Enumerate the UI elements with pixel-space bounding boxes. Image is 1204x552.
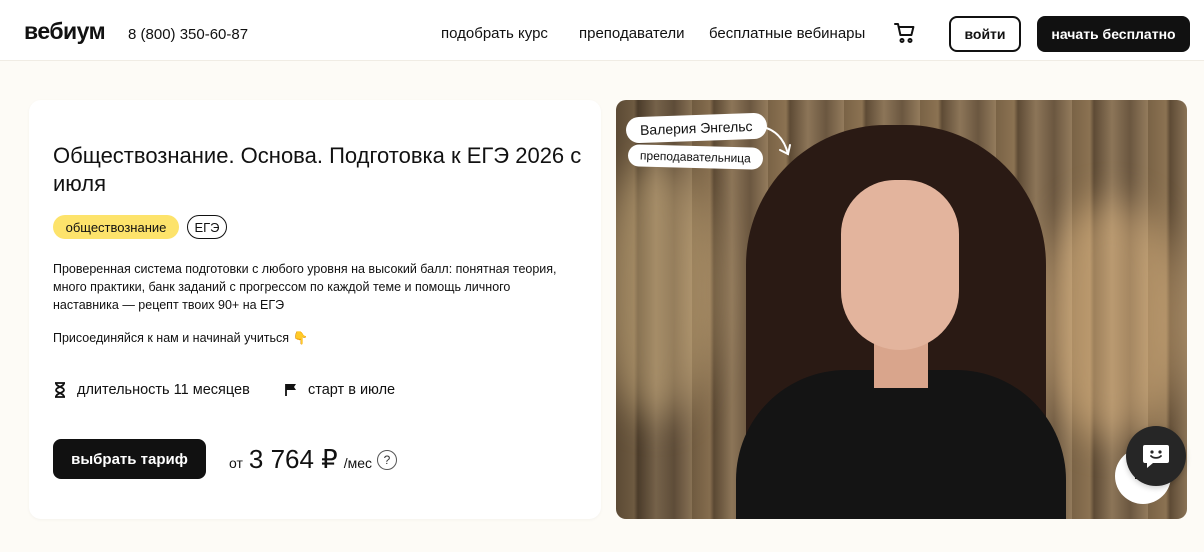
nav-choose-course[interactable]: подобрать курс xyxy=(441,25,548,42)
exam-tag[interactable]: ЕГЭ xyxy=(187,215,227,239)
join-text: Присоединяйся к нам и начинай учиться 👇 xyxy=(53,331,309,345)
login-button[interactable]: войти xyxy=(949,16,1021,52)
start-label: старт в июле xyxy=(308,382,396,398)
hourglass-icon xyxy=(53,382,67,398)
chat-button[interactable] xyxy=(1126,426,1186,486)
light-spot xyxy=(616,160,716,420)
price-value: 3 764 ₽ xyxy=(248,444,338,474)
choose-plan-button[interactable]: выбрать тариф xyxy=(53,439,206,479)
arrow-icon xyxy=(754,122,794,167)
duration-info: длительность 11 месяцев xyxy=(53,382,250,398)
phone-number[interactable]: 8 (800) 350-60-87 xyxy=(128,26,248,43)
teacher-name: Валерия Энгельс xyxy=(625,112,767,144)
price-unit: /мес xyxy=(343,455,373,471)
start-free-button[interactable]: начать бесплатно xyxy=(1037,16,1190,52)
light-spot xyxy=(1036,200,1186,440)
course-card: Обществознание. Основа. Подготовка к ЕГЭ… xyxy=(29,100,601,519)
nav-free-webinars[interactable]: бесплатные вебинары xyxy=(709,25,865,42)
course-description: Проверенная система подготовки с любого … xyxy=(53,262,557,312)
price: от 3 764 ₽ /мес xyxy=(229,444,372,475)
flag-icon xyxy=(284,383,298,397)
teacher-role: преподавательница xyxy=(627,144,764,170)
teacher-face xyxy=(841,180,959,350)
start-info: старт в июле xyxy=(284,382,395,398)
teacher-body xyxy=(736,370,1066,519)
chat-icon xyxy=(1143,445,1169,468)
nav-teachers[interactable]: преподаватели xyxy=(579,25,685,42)
teacher-video[interactable]: Валерия Энгельс преподавательница xyxy=(616,100,1187,519)
duration-label: длительность 11 месяцев xyxy=(77,382,250,398)
price-help-icon[interactable]: ? xyxy=(377,450,397,470)
logo[interactable]: вебиум xyxy=(24,18,106,45)
subject-tag[interactable]: обществознание xyxy=(53,215,179,239)
price-from: от xyxy=(229,455,243,471)
site-header: вебиум 8 (800) 350-60-87 подобрать курс … xyxy=(0,0,1204,61)
cart-icon[interactable] xyxy=(893,21,917,45)
course-title: Обществознание. Основа. Подготовка к ЕГЭ… xyxy=(53,143,582,196)
